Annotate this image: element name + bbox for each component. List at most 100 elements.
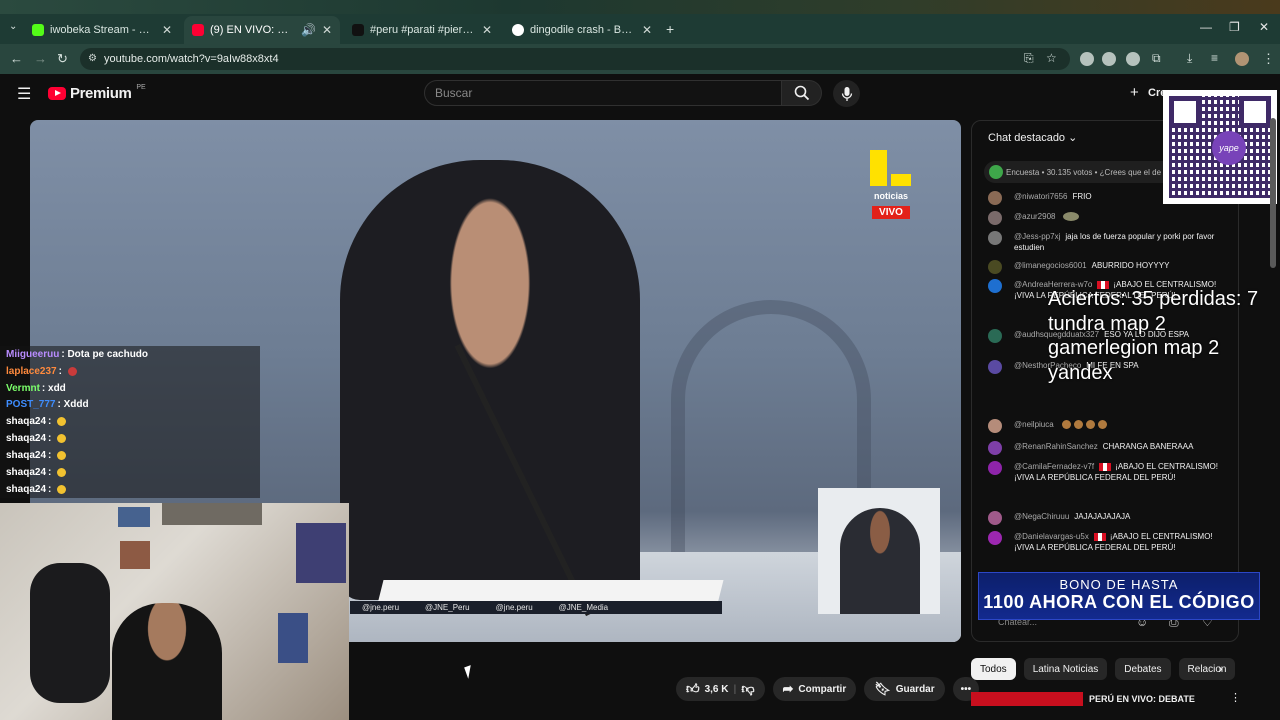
share-icon: ➦ xyxy=(782,681,794,696)
url-field[interactable]: ⚙ youtube.com/watch?v=9aIw88x8xt4 xyxy=(80,48,1070,70)
youtube-premium-logo[interactable]: Premium PE xyxy=(48,84,146,102)
overlay-line: yandex xyxy=(1048,361,1113,384)
chip-latina-noticias[interactable]: Latina Noticias xyxy=(1023,658,1108,680)
stream-chat-line: shaqa24: xyxy=(6,467,67,478)
minimize-icon[interactable]: — xyxy=(1200,20,1212,34)
microphone-icon xyxy=(841,86,852,101)
tab-youtube[interactable]: (9) EN VIVO: DEBATE PRESI 🔊 ✕ xyxy=(184,16,340,44)
chat-text: CHARANGA BANERAAA xyxy=(1102,442,1194,451)
bookmark-star-icon[interactable]: ☆ xyxy=(1046,51,1057,65)
related-video-item[interactable]: PERÚ EN VIVO: DEBATE xyxy=(971,692,1217,706)
extensions-puzzle-icon[interactable]: ⧉ xyxy=(1152,51,1161,66)
speaker-icon[interactable]: 🔊 xyxy=(301,23,316,37)
chat-author[interactable]: @niwatori7656 xyxy=(1014,192,1067,201)
tab-google[interactable]: dingodile crash - Buscar con G ✕ xyxy=(504,16,660,44)
tab-kick[interactable]: iwobeka Stream - Watch Live o ✕ xyxy=(24,16,180,44)
wall-frame xyxy=(120,541,150,569)
thumbs-down-icon[interactable]: 👎︎ xyxy=(741,681,754,697)
chat-user: laplace237 xyxy=(6,366,57,377)
forward-icon[interactable]: → xyxy=(34,51,47,66)
avatar xyxy=(988,329,1002,343)
close-window-icon[interactable]: ✕ xyxy=(1259,20,1269,34)
stream-chat-line: shaqa24: xyxy=(6,450,67,461)
chip-relacionados[interactable]: Relacion xyxy=(1178,658,1236,680)
chip-debates[interactable]: Debates xyxy=(1115,658,1171,680)
back-icon[interactable]: ← xyxy=(10,51,23,66)
qr-pattern: yape xyxy=(1169,96,1271,198)
wall-frame xyxy=(296,523,346,583)
emote-icon xyxy=(57,467,67,477)
chat-author[interactable]: @neilpiuca xyxy=(1014,420,1054,429)
stream-chat-line: shaqa24: xyxy=(6,484,67,495)
emote-icon xyxy=(57,450,67,460)
stream-chat-line: laplace237: xyxy=(6,366,77,377)
overlay-line: gamerlegion map 2 xyxy=(1048,337,1220,359)
chevron-right-icon[interactable]: › xyxy=(1218,660,1223,676)
sign-language-interpreter xyxy=(818,488,940,614)
media-control-icon[interactable]: ≡ xyxy=(1211,51,1218,65)
more-options-icon[interactable]: ⋮ xyxy=(1230,691,1241,704)
chat-author[interactable]: @limanegocios6001 xyxy=(1014,261,1087,270)
maximize-icon[interactable]: ❐ xyxy=(1229,20,1240,34)
close-tab-icon[interactable]: ✕ xyxy=(642,23,652,37)
chat-author[interactable]: @CamilaFernadez-v7f xyxy=(1014,462,1094,471)
streamer-figure xyxy=(112,603,222,720)
search-input[interactable]: Buscar xyxy=(424,80,782,106)
emoji-icon xyxy=(1061,420,1071,430)
create-icon[interactable]: + xyxy=(1130,84,1139,101)
chat-user: shaqa24 xyxy=(6,450,47,461)
chat-mode-dropdown[interactable]: Chat destacado ⌄ xyxy=(988,131,1077,144)
chat-author[interactable]: @azur2908 xyxy=(1014,212,1055,221)
chat-author[interactable]: @Jess-pp7xj xyxy=(1014,232,1060,241)
avatar xyxy=(988,511,1002,525)
x-handle: @JNE_Peru xyxy=(425,603,470,612)
hamburger-menu-icon[interactable]: ☰ xyxy=(17,84,31,104)
close-tab-icon[interactable]: ✕ xyxy=(322,23,332,37)
install-app-icon[interactable]: ⎘ xyxy=(1024,51,1034,66)
chat-message: @CamilaFernadez-v7f ¡ABAJO EL CENTRALISMO… xyxy=(988,461,1218,483)
avatar xyxy=(988,441,1002,455)
close-tab-icon[interactable]: ✕ xyxy=(162,23,172,37)
chat-header-label: Chat destacado xyxy=(988,132,1066,144)
reload-icon[interactable]: ↻ xyxy=(57,51,68,67)
extension-icon[interactable] xyxy=(1080,52,1094,66)
tab-search-icon[interactable]: ⌄ xyxy=(9,21,17,32)
like-button[interactable]: 👍︎ 3,6 K | 👎︎ xyxy=(676,677,765,701)
browser-menu-icon[interactable]: ⋮ xyxy=(1262,51,1275,67)
extension-icon[interactable] xyxy=(1102,52,1116,66)
tab-tiktok[interactable]: #peru #parati #pieroarenas #k ✕ xyxy=(344,16,500,44)
site-info-icon[interactable]: ⚙ xyxy=(88,53,97,64)
chat-message: @limanegocios6001 ABURRIDO HOYYYY xyxy=(988,260,1218,274)
close-tab-icon[interactable]: ✕ xyxy=(482,23,492,37)
new-tab-icon[interactable]: + xyxy=(666,21,674,37)
chat-author[interactable]: @NegaChiruuu xyxy=(1014,512,1069,521)
extension-icon[interactable] xyxy=(1126,52,1140,66)
page-scrollbar[interactable] xyxy=(1270,118,1276,268)
chip-todos[interactable]: Todos xyxy=(971,658,1016,680)
moderator-figure xyxy=(340,160,640,600)
tab-title: dingodile crash - Buscar con G xyxy=(530,24,636,36)
chat-message: @Jess-pp7xj jaja los de fuerza popular y … xyxy=(988,231,1218,253)
chat-author[interactable]: @Danielavargas-u5x xyxy=(1014,532,1089,541)
chat-user: shaqa24 xyxy=(6,484,47,495)
search-button[interactable] xyxy=(782,80,822,106)
chat-author[interactable]: @RenanRahinSanchez xyxy=(1014,442,1098,451)
instagram-handle: @jne.peru xyxy=(362,603,400,612)
avatar xyxy=(988,260,1002,274)
avatar xyxy=(988,531,1002,545)
chat-text: ABURRIDO HOYYYY xyxy=(1091,261,1170,270)
voice-search-button[interactable] xyxy=(833,80,860,107)
poll-text: Encuesta • 30.135 votos • ¿Crees que el … xyxy=(1006,167,1162,177)
save-button[interactable]: 🔖︎ Guardar xyxy=(864,677,945,701)
profile-avatar[interactable] xyxy=(1235,52,1249,66)
more-icon: ••• xyxy=(960,683,972,695)
emote-icon xyxy=(57,416,67,426)
promo-line-2: 1100 AHORA CON EL CÓDIGO xyxy=(983,592,1255,612)
chat-message: @Danielavargas-u5x ¡ABAJO EL CENTRALISMO!… xyxy=(988,531,1218,553)
share-button[interactable]: ➦ Compartir xyxy=(772,677,857,701)
chat-user: shaqa24 xyxy=(6,433,47,444)
chat-user: POST_777 xyxy=(6,399,56,410)
download-icon[interactable]: ⤓ xyxy=(1187,51,1192,66)
avatar xyxy=(988,191,1002,205)
search-icon xyxy=(794,85,809,101)
